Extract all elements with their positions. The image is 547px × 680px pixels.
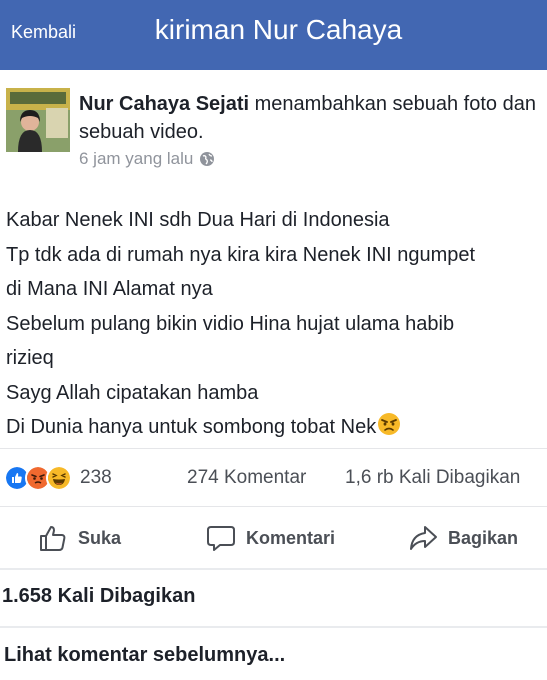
reactions-summary[interactable]: 238 — [4, 465, 112, 491]
section-divider — [0, 568, 547, 570]
haha-icon — [46, 465, 72, 491]
comment-label: Komentari — [246, 527, 336, 548]
comment-button[interactable]: Komentari — [206, 523, 335, 553]
share-button[interactable]: Bagikan — [408, 523, 518, 553]
share-arrow-icon — [410, 526, 437, 550]
page-title: kiriman Nur Cahaya — [154, 14, 403, 45]
like-button[interactable]: Suka — [38, 523, 121, 553]
timestamp-text: 6 jam yang lalu — [79, 149, 194, 168]
like-label: Suka — [78, 527, 122, 548]
reaction-count: 238 — [80, 467, 112, 488]
post-stats-bar: 238 274 Komentar 1,6 rb Kali Dibagikan — [0, 448, 547, 507]
post-action-bar: Suka Komentari Bagikan — [0, 506, 547, 569]
top-navigation-bar: Kembali kiriman Nur Cahaya — [0, 0, 547, 70]
avatar-image — [6, 88, 70, 152]
comments-count-link[interactable]: 274 Komentar — [187, 467, 306, 489]
post-body-line: Sayg Allah cipatakan hamba — [6, 381, 259, 404]
post-body-line: Sebelum pulang bikin vidio Hina hujat ul… — [6, 312, 455, 335]
comment-bubble-icon — [207, 526, 235, 551]
post-body-line: rizieq — [6, 347, 54, 369]
post-body-last-line: Di Dunia hanya untuk sombong tobat Nek — [6, 410, 541, 445]
see-previous-comments-link[interactable]: Lihat komentar sebelumnya... — [4, 644, 285, 667]
post-body-line: Tp tdk ada di rumah nya kira kira Nenek … — [6, 243, 476, 266]
post-body-line: Di Dunia hanya untuk sombong tobat Nek — [6, 416, 377, 438]
shares-summary-link[interactable]: 1.658 Kali Dibagikan — [2, 585, 195, 608]
author-avatar[interactable] — [6, 88, 70, 152]
post-timestamp[interactable]: 6 jam yang lalu — [79, 149, 215, 169]
post-header-text: Nur Cahaya Sejati menambahkan sebuah fot… — [79, 90, 539, 146]
section-divider — [0, 626, 547, 628]
share-label: Bagikan — [448, 527, 519, 548]
author-name-link[interactable]: Nur Cahaya Sejati — [79, 93, 249, 115]
post-body-line: di Mana INI Alamat nya — [6, 278, 213, 300]
globe-icon — [200, 152, 215, 166]
post-body: Kabar Nenek INI sdh Dua Hari di Indonesi… — [6, 203, 541, 445]
angry-emoji-icon — [378, 413, 401, 435]
thumbs-up-icon — [40, 526, 66, 551]
post-body-line: Kabar Nenek INI sdh Dua Hari di Indonesi… — [6, 209, 390, 231]
shares-count-link[interactable]: 1,6 rb Kali Dibagikan — [345, 467, 520, 489]
